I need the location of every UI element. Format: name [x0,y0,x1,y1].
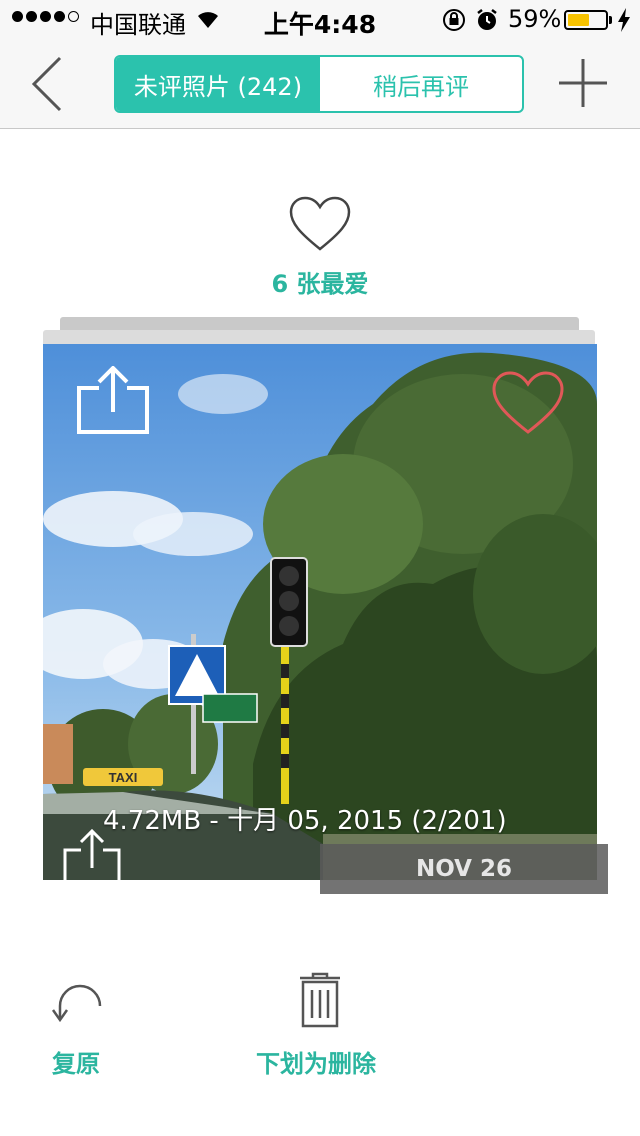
tab-rate-later[interactable]: 稍后再评 [320,57,522,111]
share-icon-small[interactable] [63,828,121,880]
tab-unrated-photos[interactable]: 未评照片 (242) [116,57,320,111]
undo-button[interactable]: 复原 [52,1044,100,1079]
segmented-control: 未评照片 (242) 稍后再评 [114,55,524,113]
battery-icon [564,10,608,30]
battery-tip [609,16,612,24]
favorites-count-label[interactable]: 6 张最爱 [0,264,640,299]
heart-icon[interactable] [491,370,565,440]
rotation-lock-icon [441,7,467,39]
alarm-icon [475,7,499,39]
share-icon[interactable] [75,365,151,440]
charging-bolt-icon [617,8,631,38]
taxi-sign: TAXI [109,770,138,785]
photo-card[interactable]: TAXI 4.72MB - 十月 05, 2015 (2/201) [43,344,597,880]
status-bar: 中国联通 上午4:48 59% [0,0,640,40]
plus-icon[interactable] [557,57,609,113]
undo-icon[interactable] [50,980,106,1028]
heart-outline-icon[interactable] [288,195,352,257]
trash-icon[interactable] [298,972,342,1032]
photo-metadata: 4.72MB - 十月 05, 2015 (2/201) [103,806,507,836]
navigation-bar: 未评照片 (242) 稍后再评 [0,40,640,129]
back-chevron-icon[interactable] [28,54,68,118]
battery-percent: 59% [508,5,562,33]
next-photo-date-badge: NOV 26 [320,844,608,894]
swipe-down-delete-button[interactable]: 下划为删除 [256,1044,376,1079]
